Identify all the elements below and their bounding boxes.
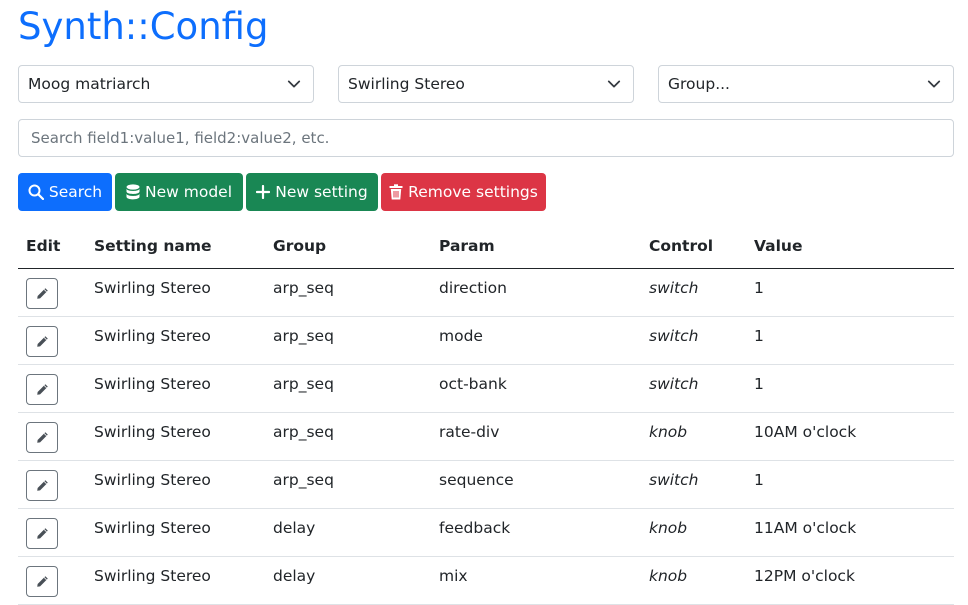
cell-group: arp_seq [265, 316, 431, 365]
cell-param: direction [431, 268, 641, 317]
cell-setting-name: Swirling Stereo [86, 316, 265, 365]
cell-setting-name: Swirling Stereo [86, 412, 265, 461]
cell-value: 1 [746, 268, 954, 317]
pencil-icon [36, 431, 48, 443]
edit-button[interactable] [26, 373, 58, 405]
cell-setting-name: Swirling Stereo [86, 364, 265, 413]
cell-setting-name: Swirling Stereo [86, 460, 265, 509]
column-header-setting-name: Setting name [86, 225, 265, 269]
pencil-icon [36, 335, 48, 347]
remove-settings-button[interactable]: Remove settings [381, 173, 546, 211]
edit-cell [18, 556, 86, 605]
cell-value: 10AM o'clock [746, 412, 954, 461]
cell-group: arp_seq [265, 364, 431, 413]
cell-group: arp_seq [265, 412, 431, 461]
new-setting-label: New setting [275, 183, 368, 201]
model-select[interactable]: Moog matriarch [18, 65, 314, 103]
table-row: Swirling Stereo arp_seq direction switch 1 [18, 268, 954, 317]
cell-value: 12PM o'clock [746, 556, 954, 605]
edit-cell [18, 364, 86, 413]
edit-cell [18, 460, 86, 509]
cell-group: delay [265, 508, 431, 557]
cell-control: knob [641, 412, 746, 461]
edit-cell [18, 412, 86, 461]
setting-select-value: Swirling Stereo [348, 75, 465, 93]
column-header-edit: Edit [18, 225, 86, 269]
pencil-icon [36, 479, 48, 491]
app-title: Synth::Config [18, 5, 269, 48]
cell-setting-name: Swirling Stereo [86, 556, 265, 605]
column-header-group: Group [265, 225, 431, 269]
search-icon [28, 184, 44, 200]
edit-cell [18, 268, 86, 317]
table-header-row: Edit Setting name Group Param Control Va… [18, 225, 954, 269]
column-header-value: Value [746, 225, 954, 269]
cell-param: mix [431, 556, 641, 605]
trash-icon [389, 184, 403, 200]
cell-group: delay [265, 556, 431, 605]
group-select-value: Group... [668, 75, 730, 93]
cell-control: knob [641, 556, 746, 605]
cell-group: arp_seq [265, 268, 431, 317]
edit-cell [18, 316, 86, 365]
cell-value: 1 [746, 316, 954, 365]
cell-setting-name: Swirling Stereo [86, 508, 265, 557]
pencil-icon [36, 383, 48, 395]
new-setting-button[interactable]: New setting [246, 173, 378, 211]
search-button-label: Search [48, 183, 103, 201]
edit-button[interactable] [26, 517, 58, 549]
cell-control: switch [641, 316, 746, 365]
column-header-param: Param [431, 225, 641, 269]
pencil-icon [36, 575, 48, 587]
edit-cell [18, 508, 86, 557]
cell-value: 1 [746, 364, 954, 413]
chevron-down-icon [927, 80, 941, 88]
cell-group: arp_seq [265, 460, 431, 509]
cell-control: knob [641, 508, 746, 557]
edit-button[interactable] [26, 325, 58, 357]
cell-value: 11AM o'clock [746, 508, 954, 557]
cell-param: sequence [431, 460, 641, 509]
search-input[interactable] [18, 119, 954, 157]
cell-control: switch [641, 460, 746, 509]
settings-table: Edit Setting name Group Param Control Va… [18, 225, 954, 605]
table-row: Swirling Stereo arp_seq rate-div knob 10AM o… [18, 412, 954, 461]
setting-select[interactable]: Swirling Stereo [338, 65, 634, 103]
table-row: Swirling Stereo delay mix knob 12PM o'clock [18, 556, 954, 605]
pencil-icon [36, 527, 48, 539]
edit-button[interactable] [26, 277, 58, 309]
cell-param: feedback [431, 508, 641, 557]
cell-param: mode [431, 316, 641, 365]
cell-control: switch [641, 364, 746, 413]
table-row: Swirling Stereo arp_seq sequence switch 1 [18, 460, 954, 509]
cell-param: rate-div [431, 412, 641, 461]
table-row: Swirling Stereo delay feedback knob 11AM o'c… [18, 508, 954, 557]
edit-button[interactable] [26, 421, 58, 453]
model-select-value: Moog matriarch [28, 75, 151, 93]
table-row: Swirling Stereo arp_seq oct-bank switch 1 [18, 364, 954, 413]
plus-icon [256, 185, 271, 199]
cell-setting-name: Swirling Stereo [86, 268, 265, 317]
chevron-down-icon [607, 80, 621, 88]
group-select[interactable]: Group... [658, 65, 954, 103]
table-row: Swirling Stereo arp_seq mode switch 1 [18, 316, 954, 365]
new-model-button[interactable]: New model [115, 173, 243, 211]
column-header-control: Control [641, 225, 746, 269]
pencil-icon [36, 287, 48, 299]
new-model-label: New model [145, 183, 232, 201]
edit-button[interactable] [26, 469, 58, 501]
edit-button[interactable] [26, 565, 58, 597]
chevron-down-icon [287, 80, 301, 88]
cell-value: 1 [746, 460, 954, 509]
remove-settings-label: Remove settings [408, 183, 538, 201]
cell-control: switch [641, 268, 746, 317]
database-icon [126, 184, 140, 200]
cell-param: oct-bank [431, 364, 641, 413]
search-button[interactable]: Search [18, 173, 112, 211]
